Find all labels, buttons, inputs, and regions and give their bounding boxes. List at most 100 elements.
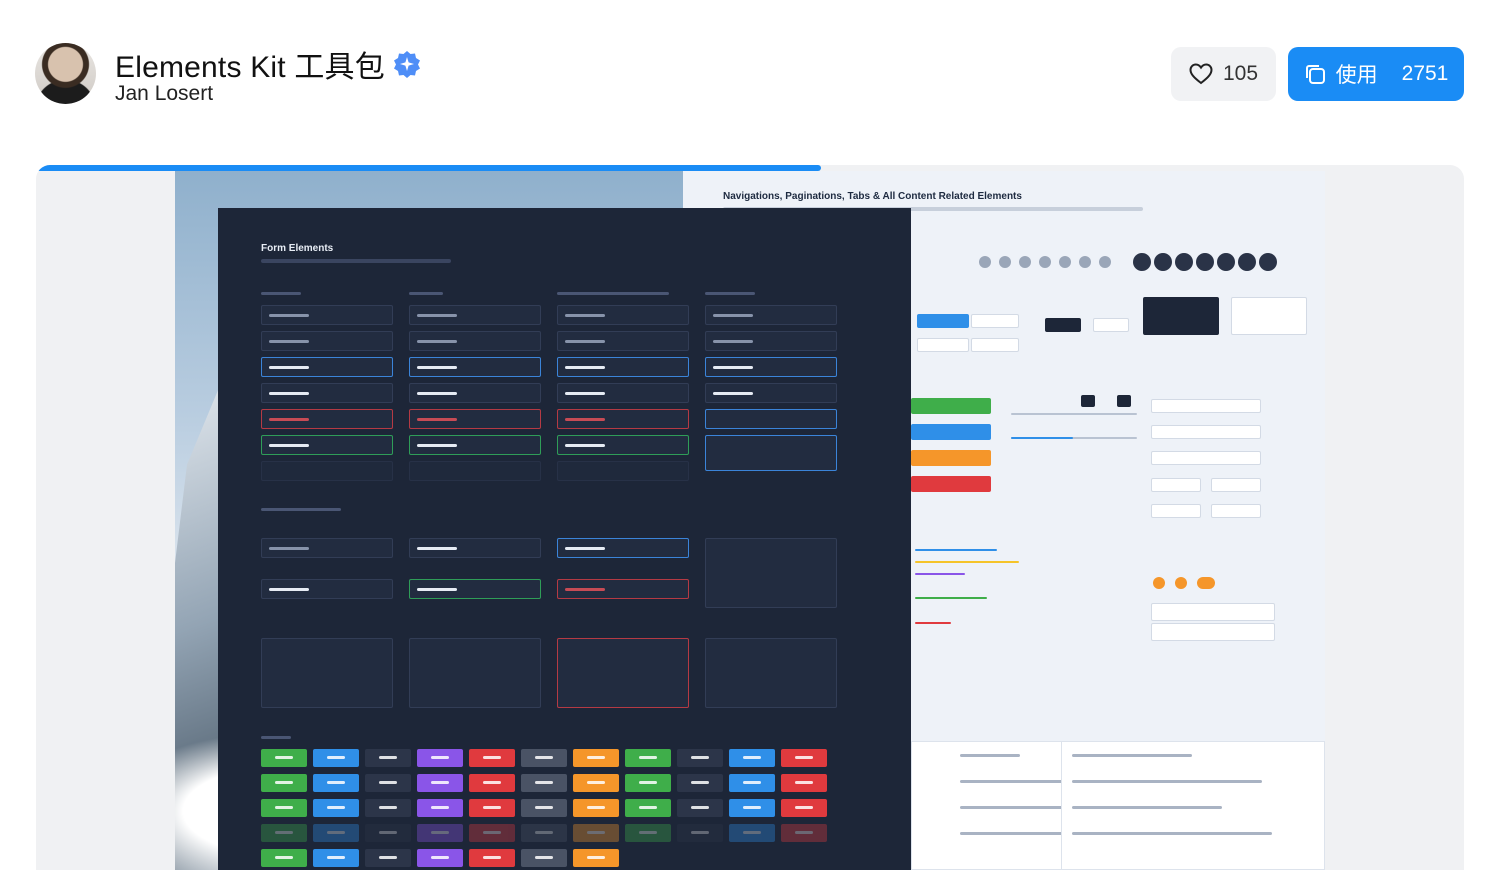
icon-input bbox=[409, 305, 541, 325]
table-row bbox=[1072, 780, 1262, 783]
use-label: 使用 bbox=[1335, 64, 1378, 87]
sample-button bbox=[573, 799, 619, 817]
column-heading bbox=[261, 292, 301, 295]
sample-button bbox=[261, 774, 307, 792]
sample-button bbox=[521, 824, 567, 842]
table-header bbox=[1072, 754, 1192, 757]
social-icon bbox=[1019, 256, 1031, 268]
like-button[interactable]: 105 bbox=[1171, 47, 1276, 101]
progress-bar bbox=[915, 597, 987, 599]
search-input bbox=[557, 331, 689, 351]
social-icon bbox=[999, 256, 1011, 268]
sample-button bbox=[729, 799, 775, 817]
notification-badge bbox=[1197, 577, 1215, 589]
sample-button bbox=[677, 749, 723, 767]
textarea-error bbox=[557, 638, 689, 708]
slider-value-badge bbox=[1081, 395, 1095, 407]
custom-field bbox=[705, 331, 837, 351]
sample-button bbox=[261, 799, 307, 817]
social-icon bbox=[979, 256, 991, 268]
sample-button bbox=[729, 824, 775, 842]
custom-field bbox=[705, 383, 837, 403]
progress-bar bbox=[915, 561, 1019, 563]
tab bbox=[971, 338, 1019, 352]
sample-button bbox=[573, 774, 619, 792]
social-icon bbox=[1059, 256, 1071, 268]
slider-value-badge bbox=[1117, 395, 1131, 407]
sample-button bbox=[677, 824, 723, 842]
pager-next bbox=[1211, 504, 1261, 518]
form-panel-title: Form Elements bbox=[261, 243, 334, 254]
text-input bbox=[261, 383, 393, 403]
labeled-input-success bbox=[409, 579, 541, 599]
table-header bbox=[960, 754, 1020, 757]
search-input-success bbox=[557, 435, 689, 455]
sample-button bbox=[313, 799, 359, 817]
sample-button bbox=[313, 824, 359, 842]
social-icon bbox=[1196, 253, 1214, 271]
sample-button bbox=[365, 774, 411, 792]
notification-row bbox=[1151, 603, 1275, 621]
sample-button bbox=[781, 774, 827, 792]
search-input-focused bbox=[557, 357, 689, 377]
social-icon bbox=[1079, 256, 1091, 268]
text-input-focused bbox=[261, 357, 393, 377]
column-heading bbox=[705, 292, 755, 295]
tooltip-light bbox=[1231, 297, 1307, 335]
social-icon bbox=[1259, 253, 1277, 271]
sample-button bbox=[469, 799, 515, 817]
sample-button bbox=[365, 849, 411, 867]
preview-image: Navigations, Paginations, Tabs & All Con… bbox=[175, 171, 1325, 870]
sample-button bbox=[261, 849, 307, 867]
author-name[interactable]: Jan Losert bbox=[115, 82, 213, 106]
sample-button bbox=[625, 799, 671, 817]
sample-button bbox=[521, 799, 567, 817]
sample-button bbox=[417, 799, 463, 817]
sample-button bbox=[365, 824, 411, 842]
text-input-disabled bbox=[261, 461, 393, 481]
icon-input-focused bbox=[409, 357, 541, 377]
sample-button bbox=[573, 849, 619, 867]
sample-button bbox=[521, 749, 567, 767]
icon-input bbox=[409, 383, 541, 403]
pagination bbox=[1151, 399, 1261, 413]
sample-button bbox=[469, 774, 515, 792]
sample-button bbox=[417, 849, 463, 867]
pagination bbox=[1151, 425, 1261, 439]
pager-older bbox=[1151, 478, 1201, 492]
tab bbox=[971, 314, 1019, 328]
labeled-input bbox=[409, 538, 541, 558]
social-icon bbox=[1217, 253, 1235, 271]
social-icon bbox=[1175, 253, 1193, 271]
verified-badge-icon bbox=[393, 51, 420, 78]
author-avatar[interactable] bbox=[35, 43, 96, 104]
social-icon bbox=[1099, 256, 1111, 268]
use-button[interactable]: 使用 2751 bbox=[1288, 47, 1464, 101]
progress-bar bbox=[915, 549, 997, 551]
sample-button bbox=[417, 824, 463, 842]
sample-button bbox=[469, 849, 515, 867]
sample-button bbox=[261, 749, 307, 767]
nav-panel-title: Navigations, Paginations, Tabs & All Con… bbox=[723, 191, 1022, 202]
social-icon bbox=[1238, 253, 1256, 271]
preview-carousel[interactable]: Navigations, Paginations, Tabs & All Con… bbox=[36, 165, 1464, 870]
social-icon bbox=[1039, 256, 1051, 268]
title-row: Elements Kit 工具包 bbox=[115, 42, 421, 86]
column-heading bbox=[409, 292, 443, 295]
sample-button bbox=[625, 774, 671, 792]
tag-input bbox=[705, 409, 837, 429]
tooltip-dark bbox=[1143, 297, 1219, 335]
custom-field bbox=[705, 305, 837, 325]
table-row bbox=[1072, 832, 1272, 835]
color-bar-red bbox=[911, 476, 991, 492]
sample-button bbox=[625, 824, 671, 842]
notification-badge bbox=[1175, 577, 1187, 589]
textarea bbox=[409, 638, 541, 708]
color-bar-green bbox=[911, 398, 991, 414]
progress-bar bbox=[915, 622, 951, 624]
column-heading bbox=[261, 508, 341, 511]
notification-row bbox=[1151, 623, 1275, 641]
icon-input-disabled bbox=[409, 461, 541, 481]
textarea bbox=[705, 638, 837, 708]
progress-bar bbox=[915, 573, 965, 575]
